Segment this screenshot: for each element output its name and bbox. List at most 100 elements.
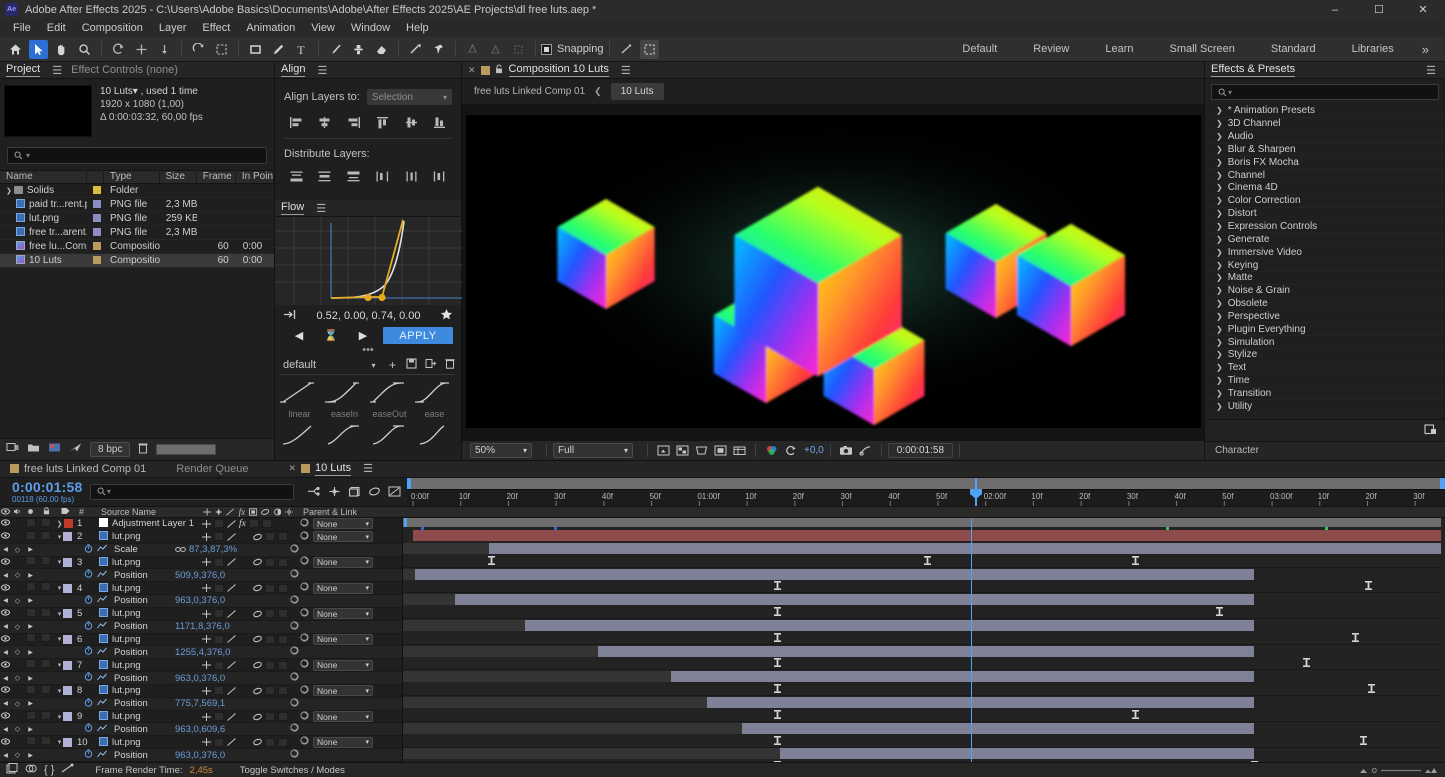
switch-box[interactable]: [265, 609, 275, 618]
keyframe-toggle-button[interactable]: ◇: [11, 623, 24, 631]
reset-exposure-icon[interactable]: [781, 442, 800, 458]
project-search-input[interactable]: ▾: [7, 147, 267, 164]
effects-category-row[interactable]: ❯* Animation Presets: [1205, 105, 1445, 118]
keyframe-marker[interactable]: [1216, 607, 1223, 616]
keyframe-next-button[interactable]: ▶: [24, 546, 37, 553]
layer-expand-and-label[interactable]: ▾: [55, 532, 75, 541]
timeline-ruler[interactable]: 0:00f10f20f30f40f50f01:00f10f20f30f40f50…: [407, 478, 1445, 506]
layer-visibility-toggle[interactable]: [0, 686, 11, 695]
composition-mini-flowchart-icon[interactable]: [305, 484, 323, 500]
keyframe-marker[interactable]: [1360, 736, 1367, 745]
keyframe-marker[interactable]: [1132, 556, 1139, 565]
layer-parent-select[interactable]: None▾: [313, 711, 373, 722]
switch-box[interactable]: [265, 558, 275, 567]
layer-visibility-toggle[interactable]: [0, 584, 11, 593]
layer-parent-pickwhip[interactable]: [295, 736, 313, 748]
orbit-tool-icon[interactable]: [189, 40, 208, 59]
switch-box[interactable]: [26, 518, 36, 527]
switch-box[interactable]: [265, 532, 275, 541]
property-pickwhip[interactable]: [285, 723, 303, 735]
flow-ease-both-button[interactable]: ⌛: [315, 327, 347, 344]
flow-favorite-star-icon[interactable]: [440, 308, 453, 324]
graph-editor-icon[interactable]: [385, 484, 403, 500]
composition-canvas[interactable]: [466, 115, 1201, 428]
keyframe-marker[interactable]: [774, 581, 781, 590]
graph-editor-property-icon[interactable]: [95, 647, 109, 658]
switch-box[interactable]: [214, 558, 224, 567]
layer-source-name[interactable]: lut.png: [91, 634, 199, 645]
clone-stamp-tool-icon[interactable]: [349, 40, 368, 59]
channel-select-icon[interactable]: [762, 442, 781, 458]
keyframe-marker[interactable]: [774, 607, 781, 616]
tab-composition[interactable]: Composition 10 Luts: [509, 63, 609, 77]
tab-effects-presets[interactable]: Effects & Presets: [1211, 63, 1295, 77]
flow-preset-name[interactable]: default: [283, 359, 361, 371]
timeline-layer-bar[interactable]: [780, 748, 1254, 759]
layer-expand-and-label[interactable]: ▾: [55, 738, 75, 747]
keyframe-prev-button[interactable]: ◀: [0, 700, 11, 707]
switch-box[interactable]: [41, 711, 51, 720]
stopwatch-icon[interactable]: [81, 749, 95, 761]
timeline-layer-row[interactable]: ▾5lut.pngNone▾: [0, 608, 402, 621]
layer-expand-and-label[interactable]: ▾: [55, 609, 75, 618]
layer-parent-pickwhip[interactable]: [295, 531, 313, 543]
timeline-property-row[interactable]: ◀◇▶Scale87,3,87,3%: [0, 544, 402, 557]
stopwatch-icon[interactable]: [81, 723, 95, 735]
breadcrumb-current[interactable]: 10 Luts: [611, 83, 664, 100]
switch-box[interactable]: [278, 661, 288, 670]
eraser-tool-icon[interactable]: [372, 40, 391, 59]
stopwatch-icon[interactable]: [81, 544, 95, 556]
tab-10-luts[interactable]: 10 Luts: [315, 462, 351, 476]
keyframe-marker[interactable]: [774, 710, 781, 719]
stopwatch-icon[interactable]: [81, 621, 95, 633]
effects-panel-menu-icon[interactable]: ☰: [1426, 64, 1435, 77]
flow-panel-menu-icon[interactable]: ☰: [316, 202, 325, 215]
layer-parent-pickwhip[interactable]: [295, 582, 313, 594]
layer-lock-toggle[interactable]: [37, 608, 55, 620]
layer-visibility-toggle[interactable]: [0, 635, 11, 644]
menu-effect[interactable]: Effect: [194, 19, 238, 37]
align-center-horizontal-button[interactable]: [315, 114, 335, 131]
roto-brush-tool-icon[interactable]: [406, 40, 425, 59]
adjust-exposure-icon[interactable]: [69, 442, 82, 456]
switch-box[interactable]: [41, 531, 51, 540]
tab-render-queue[interactable]: Render Queue: [176, 463, 248, 475]
switch-box[interactable]: [41, 518, 51, 527]
layer-source-name[interactable]: lut.png: [91, 608, 199, 619]
keyframe-toggle-button[interactable]: ◇: [11, 597, 24, 605]
exposure-value[interactable]: +0,0: [804, 445, 824, 456]
selection-tool-icon[interactable]: [29, 40, 48, 59]
flow-preset-extra-4[interactable]: [412, 423, 457, 450]
menu-composition[interactable]: Composition: [74, 19, 151, 37]
rectangle-tool-icon[interactable]: [246, 40, 265, 59]
layer-parent-pickwhip[interactable]: [295, 518, 313, 530]
effects-category-row[interactable]: ❯Plugin Everything: [1205, 323, 1445, 336]
timeline-track-area[interactable]: [403, 518, 1445, 762]
layer-parent-pickwhip[interactable]: [295, 685, 313, 697]
timeline-property-row[interactable]: ◀◇▶Position963,0,376,0: [0, 749, 402, 762]
menu-window[interactable]: Window: [343, 19, 398, 37]
layer-lock-toggle[interactable]: [37, 582, 55, 594]
layer-solo-toggle[interactable]: [24, 736, 37, 748]
layer-parent-select[interactable]: None▾: [313, 518, 373, 529]
keyframe-next-button[interactable]: ▶: [24, 649, 37, 656]
timeline-layer-bar[interactable]: [415, 569, 1254, 580]
tab-effect-controls[interactable]: Effect Controls (none): [71, 64, 178, 76]
timeline-property-row[interactable]: ◀◇▶Position963,0,609,6: [0, 723, 402, 736]
keyframe-prev-button[interactable]: ◀: [0, 623, 11, 630]
switch-box[interactable]: [41, 633, 51, 642]
flow-more-options-icon[interactable]: •••: [275, 344, 461, 358]
lock-icon[interactable]: [495, 64, 503, 77]
property-value-group[interactable]: 509,9,376,0: [175, 570, 285, 581]
new-folder-icon[interactable]: [27, 442, 40, 456]
layer-solo-toggle[interactable]: [24, 633, 37, 645]
graph-editor-property-icon[interactable]: [95, 673, 109, 684]
switch-box[interactable]: [26, 659, 36, 668]
keyframe-marker[interactable]: [1352, 633, 1359, 642]
stopwatch-icon[interactable]: [81, 569, 95, 581]
switch-box[interactable]: [214, 609, 224, 618]
effects-category-row[interactable]: ❯3D Channel: [1205, 118, 1445, 131]
keyframe-next-button[interactable]: ▶: [24, 623, 37, 630]
property-pickwhip[interactable]: [285, 698, 303, 710]
property-value-group[interactable]: 963,0,376,0: [175, 750, 285, 761]
